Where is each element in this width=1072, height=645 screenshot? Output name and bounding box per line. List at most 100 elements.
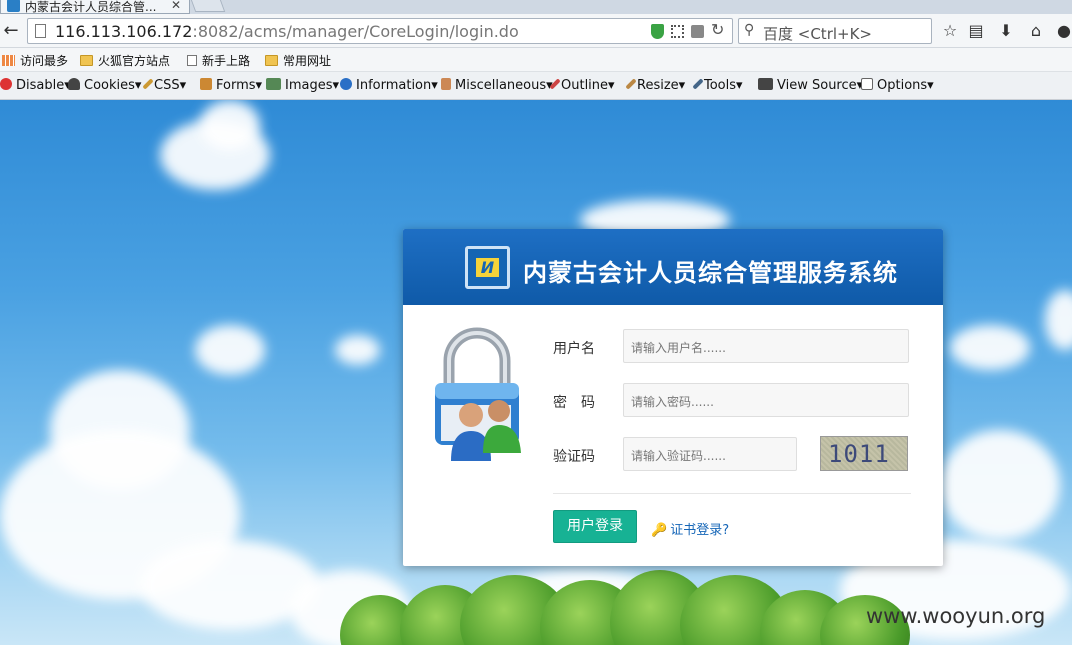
miscellaneous-icon	[441, 78, 451, 90]
devbar-label: View Source	[777, 78, 857, 93]
cloud	[1045, 290, 1072, 350]
bookmark-label: 访问最多	[20, 54, 69, 68]
folder-icon	[80, 55, 93, 66]
devbar-label: Outline	[561, 78, 609, 93]
user-login-button[interactable]: 用户登录	[553, 510, 637, 543]
apps-grid-icon	[2, 55, 15, 66]
cookies-icon	[68, 78, 80, 90]
url-host: 116.113.106.172	[55, 22, 193, 41]
chat-icon[interactable]: ●	[1054, 21, 1072, 40]
search-placeholder: 百度 <Ctrl+K>	[763, 25, 872, 43]
devbar-outline[interactable]: Outline▾	[549, 78, 615, 93]
folder-icon	[265, 55, 278, 66]
login-header: И 内蒙古会计人员综合管理服务系统	[403, 229, 943, 305]
bookmark-common-sites[interactable]: 常用网址	[265, 52, 331, 69]
navigation-bar: ← 116.113.106.172:8082/acms/manager/Core…	[0, 14, 1072, 48]
password-label: 密 码	[553, 395, 595, 411]
devbar-label: Disable	[16, 78, 65, 93]
username-label: 用户名	[553, 341, 595, 357]
information-icon	[340, 78, 352, 90]
view-source-icon	[758, 78, 773, 90]
download-arrow-icon[interactable]: ⬇	[996, 21, 1016, 40]
cloud	[195, 325, 265, 375]
url-path: :8082/acms/manager/CoreLogin/login.do	[192, 22, 519, 41]
devbar-resize[interactable]: Resize▾	[625, 78, 685, 93]
tab-strip: 内蒙古会计人员综合管... ✕	[0, 0, 1072, 14]
devbar-forms[interactable]: Forms▾	[200, 78, 262, 93]
new-tab-button[interactable]	[188, 0, 226, 12]
images-icon	[266, 78, 281, 90]
cert-link-label: 证书登录?	[670, 523, 730, 538]
history-dropdown-icon[interactable]	[691, 25, 704, 38]
cloud	[950, 325, 1030, 370]
certificate-login-link[interactable]: 🔑 证书登录?	[651, 519, 729, 538]
system-logo-icon: И	[465, 246, 510, 289]
devbar-css[interactable]: CSS▾	[142, 78, 186, 93]
devbar-label: Information	[356, 78, 432, 93]
back-arrow-icon[interactable]: ←	[0, 20, 22, 42]
address-bar[interactable]: 116.113.106.172:8082/acms/manager/CoreLo…	[27, 18, 733, 44]
page-info-icon[interactable]	[35, 24, 46, 38]
home-icon[interactable]: ⌂	[1026, 21, 1046, 40]
devbar-miscellaneous[interactable]: Miscellaneous▾	[441, 78, 553, 93]
login-title: 内蒙古会计人员综合管理服务系统	[523, 259, 898, 287]
captcha-image[interactable]: 1011	[820, 436, 908, 471]
bookmark-label: 常用网址	[283, 54, 332, 68]
watermark: www.wooyun.org	[866, 604, 1046, 628]
username-field[interactable]: 请输入用户名......	[623, 329, 909, 363]
cloud	[940, 430, 1060, 540]
captcha-text: 1011	[828, 440, 890, 468]
devbar-images[interactable]: Images▾	[266, 78, 339, 93]
qr-code-icon[interactable]	[671, 25, 684, 38]
devbar-tools[interactable]: Tools▾	[692, 78, 743, 93]
bookmarks-toolbar: 访问最多 火狐官方站点 新手上路 常用网址	[0, 48, 1072, 72]
tools-icon	[692, 78, 704, 90]
form-divider	[553, 493, 911, 494]
key-icon: 🔑	[651, 523, 668, 538]
lock-users-icon	[435, 327, 521, 461]
page-icon	[187, 55, 197, 66]
devbar-label: Forms	[216, 78, 256, 93]
devbar-information[interactable]: Information▾	[340, 78, 438, 93]
site-favicon-icon	[7, 0, 20, 12]
browser-tab[interactable]: 内蒙古会计人员综合管... ✕	[0, 0, 190, 14]
cloud	[335, 335, 380, 365]
devbar-label: Miscellaneous	[455, 78, 547, 93]
devbar-label: Options	[877, 78, 928, 93]
devbar-cookies[interactable]: Cookies▾	[68, 78, 141, 93]
tab-title: 内蒙古会计人员综合管...	[25, 0, 157, 14]
page-background: И 内蒙古会计人员综合管理服务系统 用户名 请输入用户名...... 密 码 请…	[0, 100, 1072, 645]
security-shield-icon[interactable]	[651, 24, 664, 39]
bookmark-label: 新手上路	[202, 54, 251, 68]
captcha-label: 验证码	[553, 449, 595, 465]
devbar-label: Cookies	[84, 78, 135, 93]
reload-icon[interactable]: ↻	[711, 20, 724, 39]
devbar-label: Tools	[704, 78, 737, 93]
devbar-disable[interactable]: Disable▾	[0, 78, 71, 93]
logo-mark: И	[476, 258, 499, 277]
login-panel: И 内蒙古会计人员综合管理服务系统 用户名 请输入用户名...... 密 码 请…	[403, 229, 943, 566]
reading-list-icon[interactable]: ▤	[966, 21, 986, 40]
devbar-label: Images	[285, 78, 333, 93]
devbar-label: CSS	[154, 78, 180, 93]
bookmark-most-visited[interactable]: 访问最多	[2, 52, 68, 69]
bookmark-firefox-site[interactable]: 火狐官方站点	[80, 52, 170, 69]
cloud	[200, 100, 260, 150]
options-icon	[861, 78, 873, 90]
disable-icon	[0, 78, 12, 90]
devbar-options[interactable]: Options▾	[861, 78, 934, 93]
css-icon	[142, 78, 154, 90]
tab-close-icon[interactable]: ✕	[171, 0, 181, 12]
devbar-view-source[interactable]: View Source▾	[758, 78, 863, 93]
forms-icon	[200, 78, 212, 90]
captcha-field[interactable]: 请输入验证码......	[623, 437, 797, 471]
bookmark-label: 火狐官方站点	[98, 54, 171, 68]
address-url[interactable]: 116.113.106.172:8082/acms/manager/CoreLo…	[55, 22, 519, 41]
search-bar[interactable]: ⚲ 百度 <Ctrl+K>	[738, 18, 932, 44]
search-icon: ⚲	[744, 22, 755, 38]
resize-icon	[625, 78, 637, 90]
bookmark-star-icon[interactable]: ☆	[940, 21, 960, 40]
bookmark-getting-started[interactable]: 新手上路	[187, 52, 250, 69]
devbar-label: Resize	[637, 78, 679, 93]
password-field[interactable]: 请输入密码......	[623, 383, 909, 417]
